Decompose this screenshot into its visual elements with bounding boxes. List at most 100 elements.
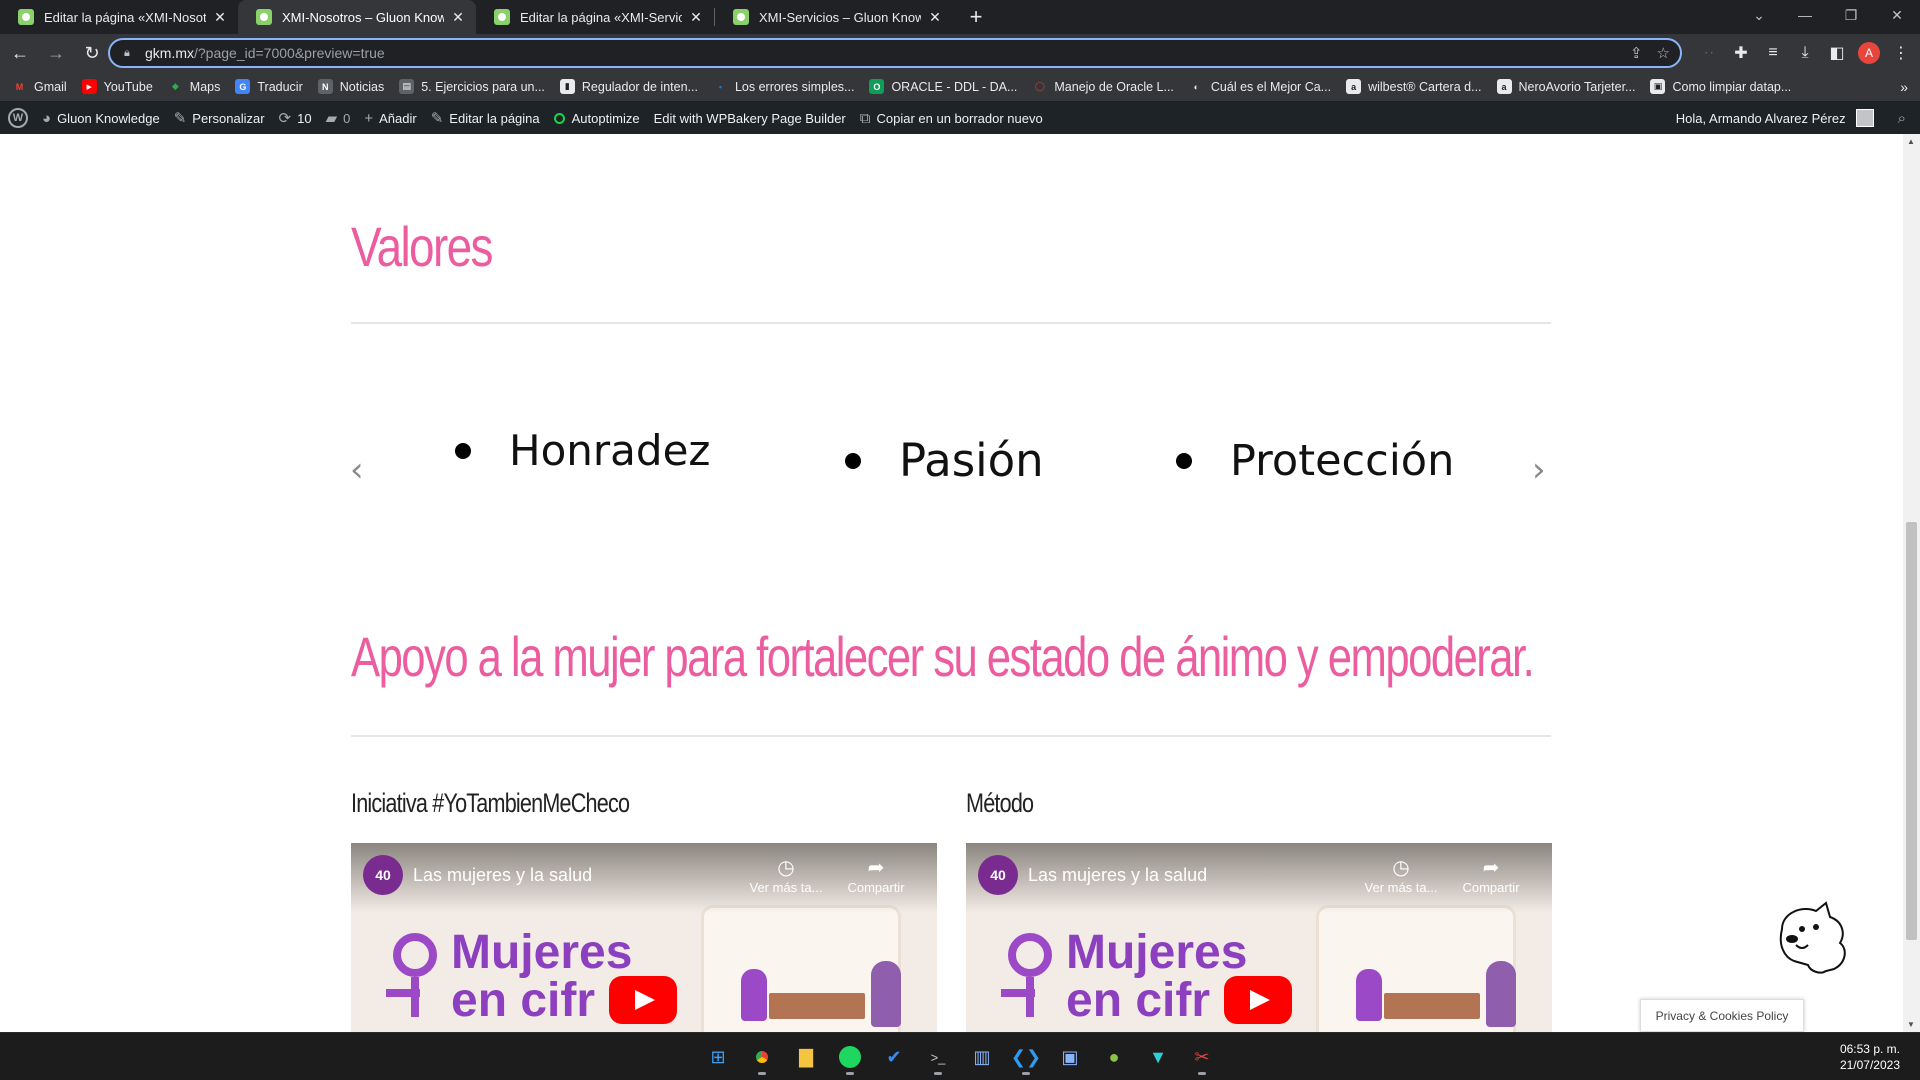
terminal-icon[interactable]: >_	[920, 1039, 956, 1075]
media-queue-icon[interactable]: ≡	[1762, 37, 1784, 69]
bookmark-youtube[interactable]: ▶ YouTube	[81, 79, 153, 94]
bookmark-traducir[interactable]: G Traducir	[235, 79, 303, 94]
bookmark-limpiar[interactable]: ▣ Como limpiar datap...	[1650, 79, 1791, 94]
more-bookmarks-icon[interactable]: »	[1900, 79, 1908, 95]
admin-add-new[interactable]: + Añadir	[364, 110, 416, 127]
admin-customize[interactable]: ✎ Personalizar	[174, 109, 265, 127]
news-icon: N	[317, 79, 333, 94]
video-title[interactable]: Las mujeres y la salud	[413, 865, 592, 886]
scroll-down-icon[interactable]: ▼	[1907, 1020, 1915, 1029]
pencil-icon: ✎	[430, 110, 444, 127]
watch-later-label: Ver más ta...	[1364, 880, 1438, 895]
search-icon[interactable]: ⌕	[1898, 110, 1906, 127]
close-tab-icon[interactable]: ✕	[927, 9, 943, 26]
scrollbar-thumb[interactable]	[1906, 522, 1917, 940]
extensions-puzzle-icon[interactable]: ✚	[1730, 37, 1752, 69]
admin-comments[interactable]: ▰ 0	[326, 109, 351, 127]
channel-logo[interactable]: 40	[978, 855, 1018, 895]
admin-autoptimize[interactable]: Autoptimize	[553, 111, 640, 126]
bookmark-mejor-ca[interactable]: ◐ Cuál es el Mejor Ca...	[1189, 79, 1331, 94]
user-avatar	[1855, 109, 1874, 127]
scroll-up-icon[interactable]: ▲	[1907, 137, 1915, 146]
vscode-icon[interactable]: ❮❯	[1008, 1039, 1044, 1075]
admin-edit-page[interactable]: ✎ Editar la página	[431, 109, 540, 127]
resource-monitor-icon[interactable]: ▥	[964, 1039, 1000, 1075]
extension-dots-icon[interactable]: ··	[1698, 37, 1720, 69]
restore-icon[interactable]: ❐	[1828, 0, 1874, 30]
tab-xmi-nosotros[interactable]: XMI-Nosotros – Gluon Knowledge ✕	[238, 0, 476, 34]
close-tab-icon[interactable]: ✕	[450, 9, 466, 26]
close-window-icon[interactable]: ✕	[1874, 0, 1920, 30]
admin-site-link[interactable]: ◕ Gluon Knowledge	[42, 110, 160, 127]
bookmark-gmail[interactable]: M Gmail	[12, 79, 67, 94]
bookmark-ejercicios[interactable]: ▤ 5. Ejercicios para un...	[399, 79, 545, 94]
chrome-icon[interactable]	[744, 1039, 780, 1075]
dog-mascot-icon[interactable]	[1772, 899, 1854, 975]
forward-icon[interactable]: →	[40, 37, 72, 69]
window-controls: ⌄ — ❐ ✕	[1736, 0, 1920, 30]
tab-editar-servicios[interactable]: Editar la página «XMI-Servicios» ✕	[476, 0, 714, 34]
todo-check-icon[interactable]: ✔	[876, 1039, 912, 1075]
youtube-play-icon[interactable]	[609, 976, 677, 1024]
admin-copy-draft[interactable]: ⧉ Copiar en un borrador nuevo	[860, 110, 1043, 127]
tab-search-icon[interactable]: ⌄	[1736, 0, 1782, 30]
taskbar-apps: ⊞ ▇ ✔ >_ ▥ ❮❯ ▣ ● ▼ ✂	[700, 1039, 1220, 1075]
snipping-tool-icon[interactable]: ✂	[1184, 1039, 1220, 1075]
sql-developer-icon[interactable]: ▣	[1052, 1039, 1088, 1075]
tab-editar-nosotros[interactable]: Editar la página «XMI-Nosotros» ✕	[0, 0, 238, 34]
reload-icon[interactable]: ↻	[76, 37, 108, 69]
share-button[interactable]: ➦ Compartir	[836, 855, 916, 895]
bookmark-label: Manejo de Oracle L...	[1054, 79, 1174, 94]
youtube-embed[interactable]: 40 Las mujeres y la salud ◷ Ver más ta...…	[966, 843, 1552, 1032]
carousel-next-icon[interactable]: ›	[1532, 450, 1546, 490]
privacy-policy-link[interactable]: Privacy & Cookies Policy	[1640, 999, 1804, 1032]
bookmark-errores[interactable]: ▪ Los errores simples...	[713, 79, 855, 94]
woman-illustration	[741, 969, 767, 1021]
side-panel-icon[interactable]: ◧	[1826, 37, 1848, 69]
profile-avatar[interactable]: A	[1858, 42, 1880, 64]
admin-add-label: Añadir	[379, 110, 417, 126]
download-icon[interactable]: ⤓	[1794, 37, 1816, 69]
bookmark-manejo-oracle[interactable]: ◯ Manejo de Oracle L...	[1032, 79, 1174, 94]
new-tab-button[interactable]: +	[961, 0, 991, 34]
bookmark-maps[interactable]: ◆ Maps	[168, 79, 221, 94]
menu-kebab-icon[interactable]: ⋮	[1890, 37, 1912, 69]
file-explorer-icon[interactable]: ▇	[788, 1039, 824, 1075]
share-button[interactable]: ➦ Compartir	[1451, 855, 1531, 895]
address-bar[interactable]: 🔒︎ gkm.mx/?page_id=7000&preview=true ⇪ ☆	[108, 38, 1682, 68]
wordpress-logo-icon[interactable]: W	[8, 108, 28, 128]
vpn-shield-icon[interactable]: ▼	[1140, 1039, 1176, 1075]
video-section-title: Iniciativa #YoTambienMeCheco	[351, 788, 630, 818]
lock-icon[interactable]: 🔒︎	[124, 47, 135, 59]
turtle-app-icon[interactable]: ●	[1096, 1039, 1132, 1075]
share-icon[interactable]: ⇪	[1630, 44, 1643, 62]
close-tab-icon[interactable]: ✕	[212, 9, 228, 26]
youtube-embed[interactable]: 40 Las mujeres y la salud ◷ Ver más ta...…	[351, 843, 937, 1032]
thumbnail-text: Mujeres	[1066, 926, 1248, 979]
youtube-play-icon[interactable]	[1224, 976, 1292, 1024]
admin-updates[interactable]: ⟳ 10	[279, 109, 312, 127]
system-clock[interactable]: 06:53 p. m. 21/07/2023	[1840, 1041, 1900, 1073]
channel-logo[interactable]: 40	[363, 855, 403, 895]
windows-start-icon[interactable]: ⊞	[700, 1039, 736, 1075]
admin-account[interactable]: Hola, Armando Alvarez Pérez ⌕	[1676, 102, 1906, 134]
bookmark-star-icon[interactable]: ☆	[1657, 44, 1670, 62]
bookmark-noticias[interactable]: N Noticias	[317, 79, 384, 94]
tab-strip: Editar la página «XMI-Nosotros» ✕ XMI-No…	[0, 0, 1920, 34]
back-icon[interactable]: ←	[4, 37, 36, 69]
spotify-icon[interactable]	[832, 1039, 868, 1075]
admin-wpbakery[interactable]: Edit with WPBakery Page Builder	[654, 111, 846, 126]
tab-xmi-servicios[interactable]: XMI-Servicios – Gluon Knowledge ✕	[715, 0, 953, 34]
carousel-prev-icon[interactable]: ‹	[350, 450, 364, 490]
admin-customize-label: Personalizar	[192, 110, 265, 126]
watch-later-button[interactable]: ◷ Ver más ta...	[746, 855, 826, 895]
minimize-icon[interactable]: —	[1782, 0, 1828, 30]
close-tab-icon[interactable]: ✕	[688, 9, 704, 26]
watch-later-button[interactable]: ◷ Ver más ta...	[1361, 855, 1441, 895]
bookmark-regulador[interactable]: ▮ Regulador de inten...	[559, 79, 698, 94]
bookmark-neroavorio[interactable]: a NeroAvorio Tarjeter...	[1496, 79, 1635, 94]
bookmark-wilbest[interactable]: a wilbest® Cartera d...	[1346, 79, 1482, 94]
page-scrollbar[interactable]: ▲ ▼	[1903, 134, 1920, 1032]
video-title[interactable]: Las mujeres y la salud	[1028, 865, 1207, 886]
bookmark-oracle-ddl[interactable]: O ORACLE - DDL - DA...	[869, 79, 1017, 94]
